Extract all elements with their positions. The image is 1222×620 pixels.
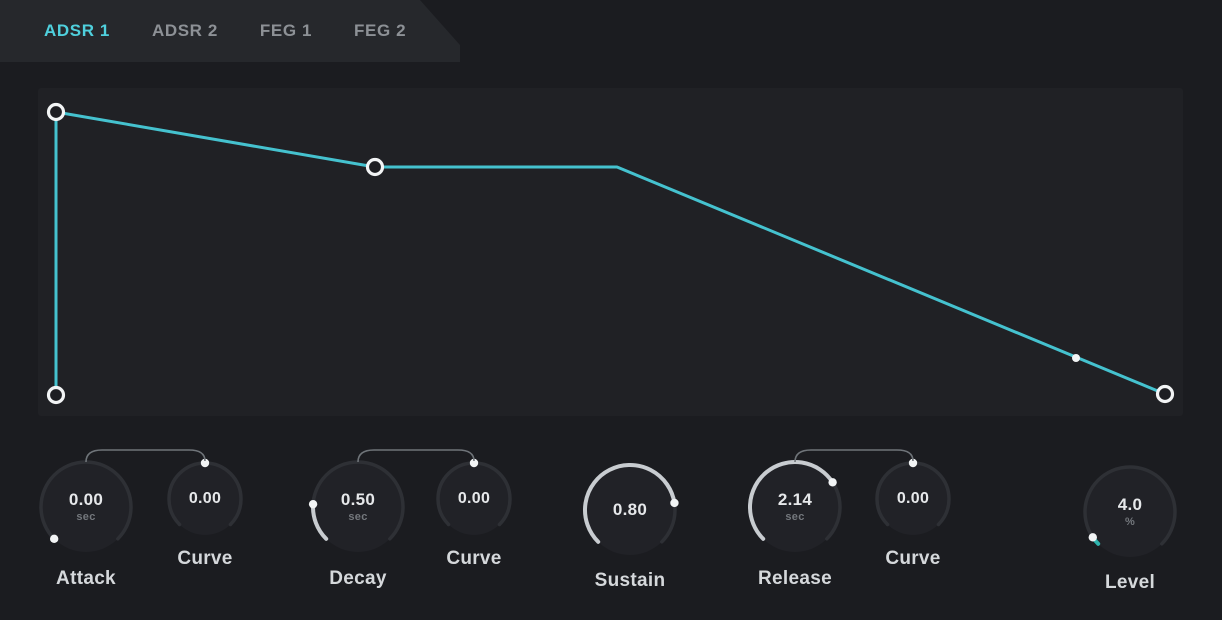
knob-indicator-decay bbox=[308, 499, 318, 509]
tab-adsr-1[interactable]: ADSR 1 bbox=[38, 17, 116, 45]
envelope-graph-svg[interactable] bbox=[38, 88, 1183, 416]
knob-group-level: 4.0% Level bbox=[1030, 420, 1222, 620]
tab-feg-1[interactable]: FEG 1 bbox=[254, 17, 318, 45]
knob-label-release-curve: Curve bbox=[885, 548, 941, 569]
envelope-node-start[interactable] bbox=[46, 385, 66, 405]
envelope-node-peak[interactable] bbox=[46, 102, 66, 122]
knob-level[interactable] bbox=[1070, 452, 1190, 572]
decay-curve-bracket bbox=[357, 449, 475, 463]
decay-curve-bracket-path bbox=[357, 449, 475, 463]
envelope-graph-panel[interactable] bbox=[38, 88, 1183, 416]
tab-adsr-2[interactable]: ADSR 2 bbox=[146, 17, 224, 45]
envelope-curve-path bbox=[54, 110, 1167, 397]
envelope-node-sustain-start[interactable] bbox=[365, 157, 385, 177]
tab-feg-2[interactable]: FEG 2 bbox=[348, 17, 412, 45]
envelope-knob-row: 0.00 sec Attack 0.00 Curve 0.50 sec Decay 0.00 Cu… bbox=[0, 420, 1222, 620]
envelope-node-group[interactable] bbox=[46, 102, 1175, 405]
knob-indicator-level bbox=[1088, 533, 1097, 542]
envelope-node-end[interactable] bbox=[1155, 384, 1175, 404]
attack-curve-bracket bbox=[85, 449, 206, 463]
knob-indicator-sustain bbox=[670, 498, 679, 508]
adsr-envelope-editor: ADSR 1 ADSR 2 FEG 1 FEG 2 0.00 sec Attack 0.00… bbox=[0, 0, 1222, 620]
knob-sustain[interactable] bbox=[570, 450, 690, 570]
knob-indicator-attack bbox=[49, 534, 59, 544]
envelope-node-release-curve-handle[interactable] bbox=[1072, 354, 1080, 362]
attack-curve-bracket-path bbox=[85, 449, 206, 463]
release-curve-bracket bbox=[794, 449, 914, 463]
knob-label-level: Level bbox=[1104, 572, 1156, 593]
release-curve-bracket-path bbox=[794, 449, 914, 463]
envelope-tab-bar: ADSR 1 ADSR 2 FEG 1 FEG 2 bbox=[0, 0, 412, 62]
